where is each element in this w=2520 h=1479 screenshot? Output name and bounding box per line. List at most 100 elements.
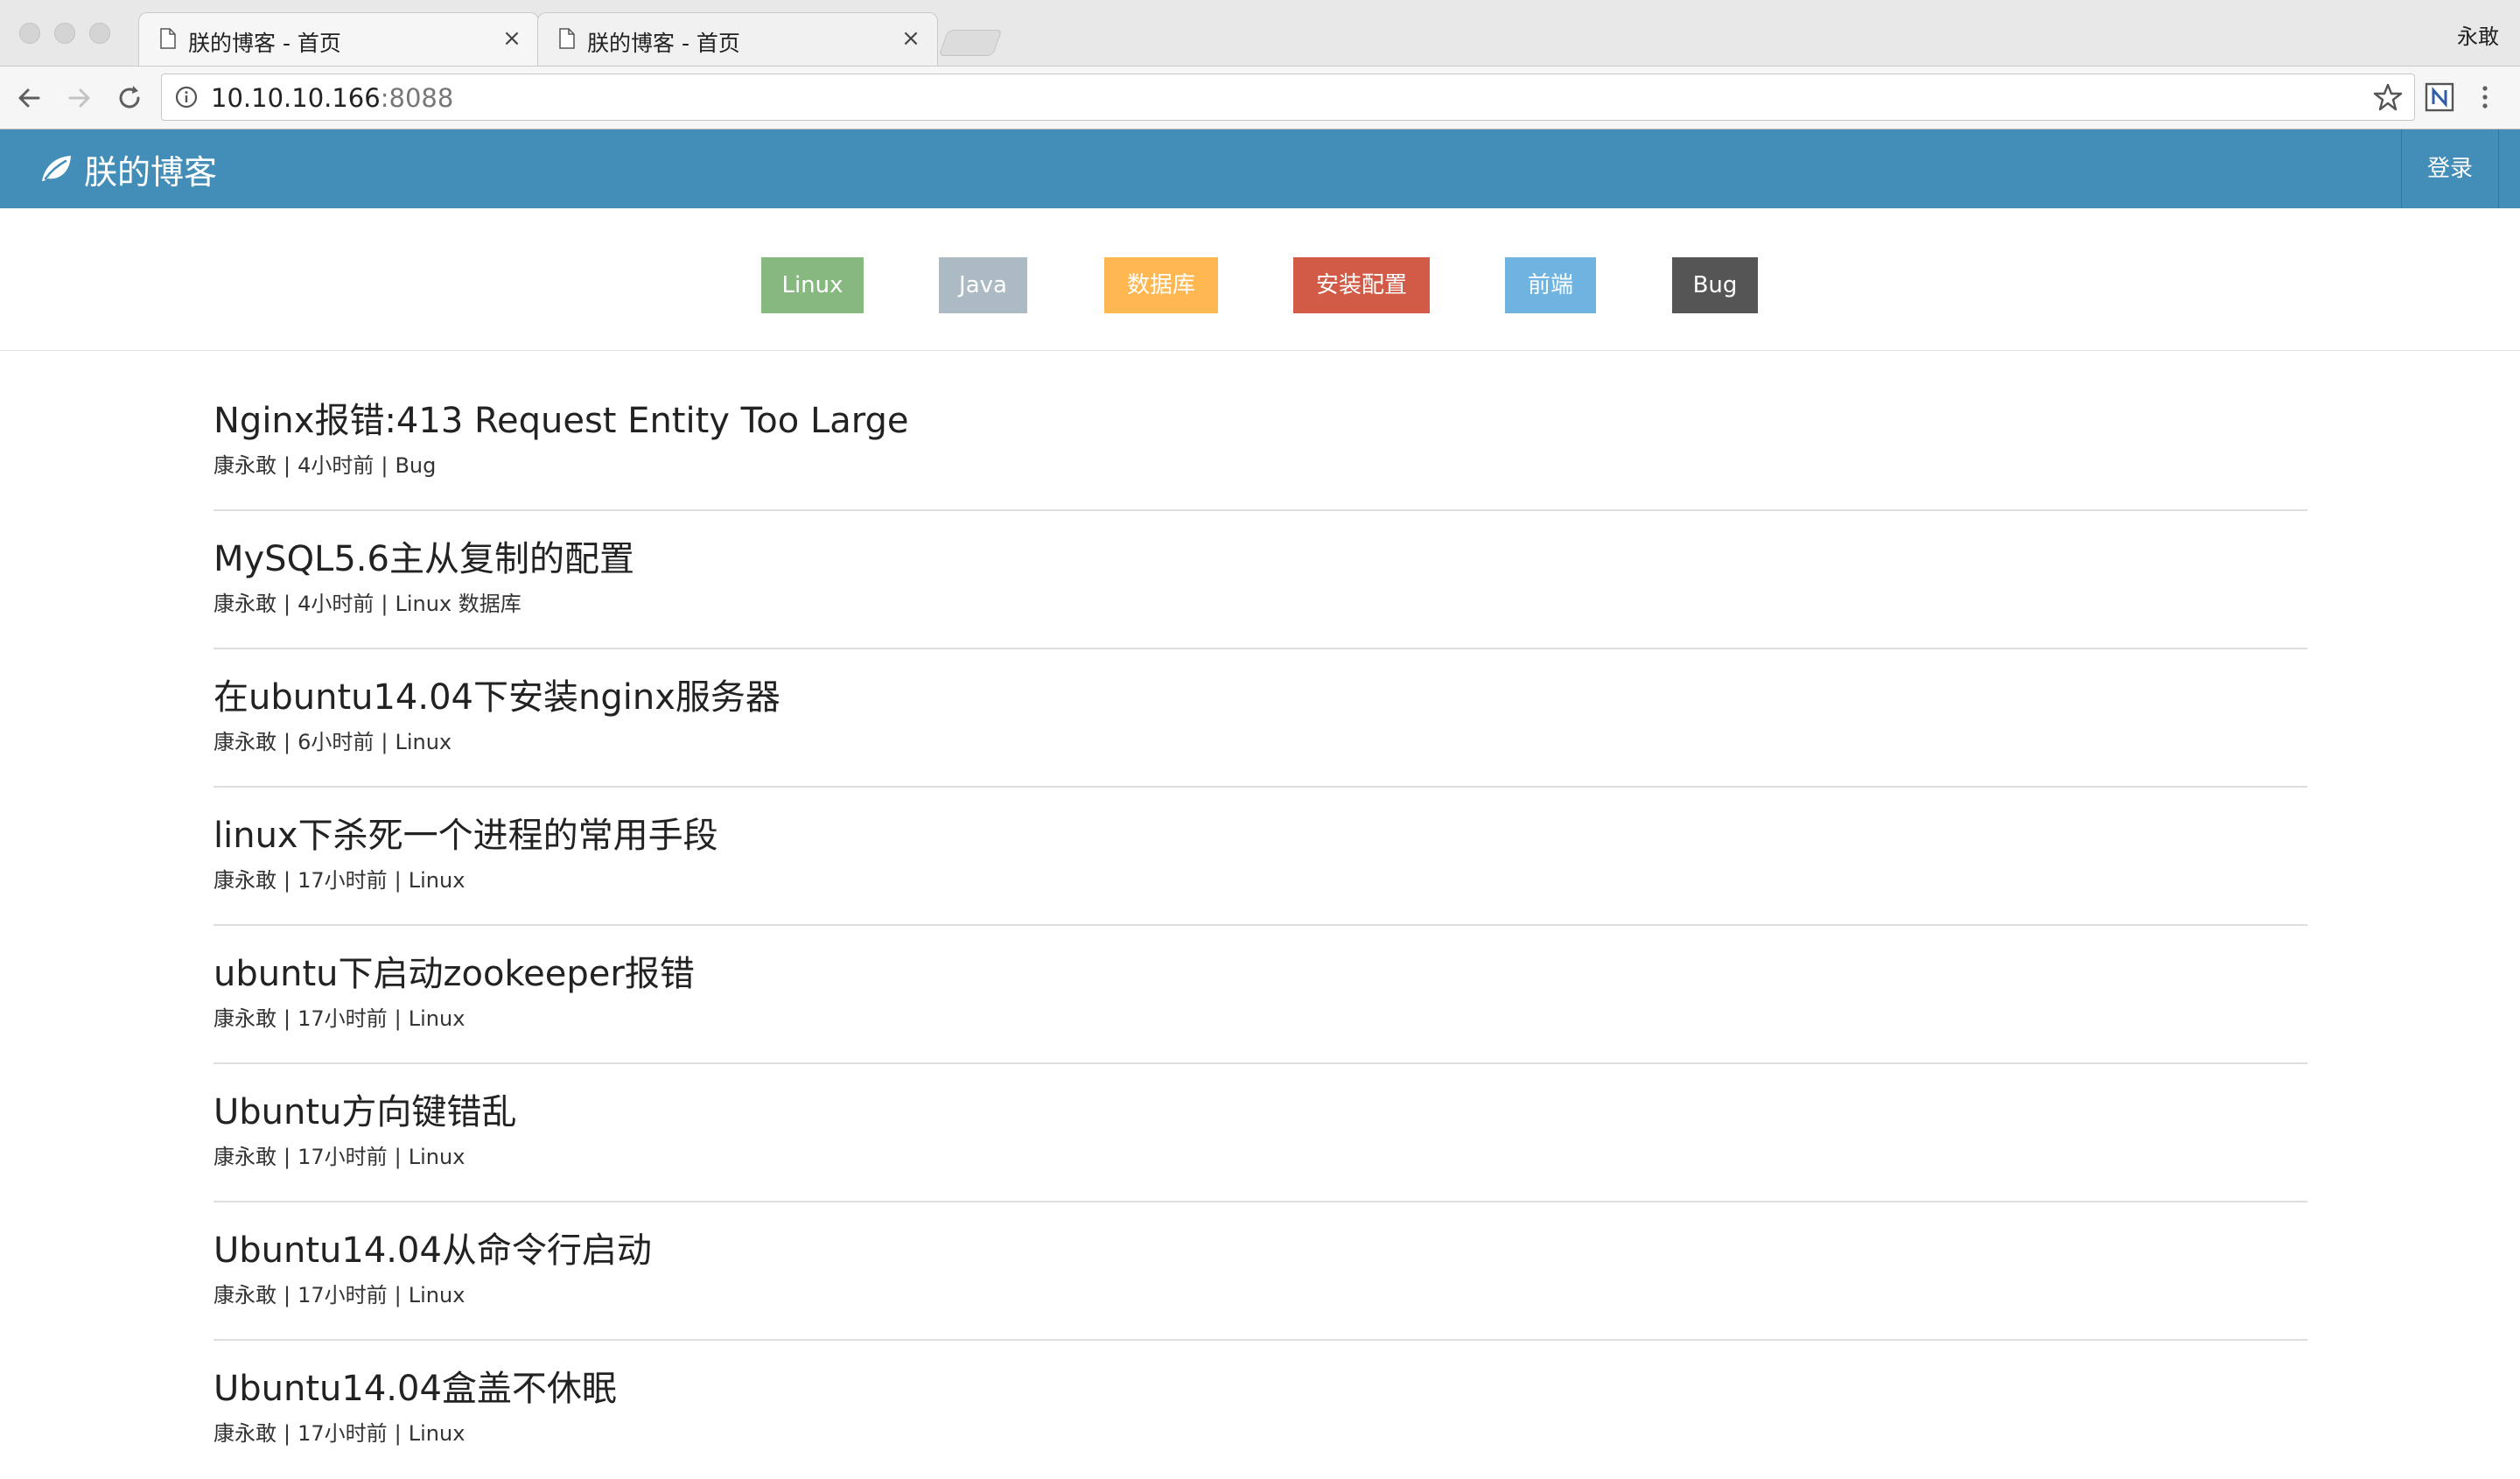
post-tags[interactable]: Linux: [409, 1006, 466, 1031]
post-item: linux下杀死一个进程的常用手段 康永敢 | 17小时前 | Linux: [214, 788, 2307, 926]
post-tags[interactable]: Linux: [409, 1283, 466, 1307]
post-time: 17小时前: [298, 1283, 388, 1307]
post-time: 17小时前: [298, 868, 388, 893]
extension-n-icon[interactable]: [2424, 81, 2455, 113]
meta-separator: |: [284, 1145, 291, 1169]
post-title[interactable]: ubuntu下启动zookeeper报错: [214, 945, 695, 996]
post-meta: 康永敢 | 4小时前 | Linux 数据库: [214, 586, 522, 617]
post-meta: 康永敢 | 4小时前 | Bug: [214, 448, 436, 479]
category-bug[interactable]: Bug: [1672, 257, 1758, 313]
meta-separator: |: [394, 1006, 402, 1031]
meta-separator: |: [381, 453, 388, 478]
post-title[interactable]: Ubuntu方向键错乱: [214, 1083, 516, 1134]
post-author: 康永敢: [214, 453, 276, 478]
brand-title: 朕的博客: [84, 152, 218, 192]
meta-separator: |: [284, 730, 291, 754]
window-zoom-dot[interactable]: [89, 23, 110, 44]
post-item: Ubuntu方向键错乱 康永敢 | 17小时前 | Linux: [214, 1064, 2307, 1202]
post-item: Ubuntu14.04盒盖不休眠 康永敢 | 17小时前 | Linux: [214, 1341, 2307, 1479]
browser-toolbar: 10.10.10.166:8088: [0, 66, 2520, 130]
meta-separator: |: [284, 1006, 291, 1031]
meta-separator: |: [394, 1283, 402, 1307]
bookmark-star-icon[interactable]: [2372, 81, 2404, 113]
more-menu-icon[interactable]: [2476, 81, 2494, 113]
post-author: 康永敢: [214, 1283, 276, 1307]
browser-tab-2[interactable]: 朕的博客 - 首页 ×: [537, 12, 938, 66]
window-close-dot[interactable]: [19, 23, 40, 44]
meta-separator: |: [381, 730, 388, 754]
post-tags[interactable]: Linux: [395, 730, 452, 754]
post-meta: 康永敢 | 17小时前 | Linux: [214, 863, 465, 894]
post-time: 17小时前: [298, 1145, 388, 1169]
post-meta: 康永敢 | 17小时前 | Linux: [214, 1278, 465, 1308]
post-tags[interactable]: Bug: [395, 453, 436, 478]
meta-separator: |: [394, 1421, 402, 1446]
post-tags[interactable]: Linux: [409, 868, 466, 893]
tab-close-icon[interactable]: ×: [501, 27, 522, 50]
login-button[interactable]: 登录: [2401, 130, 2499, 208]
post-item: 在ubuntu14.04下安装nginx服务器 康永敢 | 6小时前 | Linux: [214, 649, 2307, 788]
reload-icon[interactable]: [112, 81, 147, 116]
meta-separator: |: [381, 592, 388, 616]
meta-separator: |: [394, 868, 402, 893]
meta-separator: |: [284, 1283, 291, 1307]
window-minimize-dot[interactable]: [54, 23, 75, 44]
post-item: ubuntu下启动zookeeper报错 康永敢 | 17小时前 | Linux: [214, 926, 2307, 1064]
post-title[interactable]: MySQL5.6主从复制的配置: [214, 530, 634, 581]
info-icon[interactable]: [174, 85, 199, 109]
meta-separator: |: [394, 1145, 402, 1169]
post-title[interactable]: linux下杀死一个进程的常用手段: [214, 807, 718, 858]
post-time: 4小时前: [298, 592, 374, 616]
url-host: 10.10.10.166: [211, 83, 381, 113]
browser-tab-1[interactable]: 朕的博客 - 首页 ×: [138, 12, 539, 66]
post-time: 4小时前: [298, 453, 374, 478]
post-item: Nginx报错:413 Request Entity Too Large 康永敢…: [214, 373, 2307, 511]
meta-separator: |: [284, 592, 291, 616]
page-icon: [160, 28, 176, 49]
post-author: 康永敢: [214, 1421, 276, 1446]
profile-name[interactable]: 永敢: [2457, 19, 2499, 50]
category-java[interactable]: Java: [939, 257, 1027, 313]
post-meta: 康永敢 | 6小时前 | Linux: [214, 725, 452, 755]
post-author: 康永敢: [214, 868, 276, 893]
post-author: 康永敢: [214, 592, 276, 616]
url-text[interactable]: 10.10.10.166:8088: [211, 83, 453, 113]
page-icon: [559, 28, 575, 49]
post-meta: 康永敢 | 17小时前 | Linux: [214, 1416, 465, 1447]
post-title[interactable]: Nginx报错:413 Request Entity Too Large: [214, 392, 909, 443]
leaf-icon: [42, 156, 71, 181]
post-tags[interactable]: Linux 数据库: [395, 592, 521, 616]
post-time: 6小时前: [298, 730, 374, 754]
url-port: :8088: [380, 83, 454, 113]
post-title[interactable]: 在ubuntu14.04下安装nginx服务器: [214, 669, 780, 719]
meta-separator: |: [284, 453, 291, 478]
post-time: 17小时前: [298, 1421, 388, 1446]
post-author: 康永敢: [214, 1006, 276, 1031]
post-item: MySQL5.6主从复制的配置 康永敢 | 4小时前 | Linux 数据库: [214, 511, 2307, 649]
post-author: 康永敢: [214, 730, 276, 754]
post-item: Ubuntu14.04从命令行启动 康永敢 | 17小时前 | Linux: [214, 1202, 2307, 1341]
category-database[interactable]: 数据库: [1104, 257, 1218, 313]
site-brand[interactable]: 朕的博客: [38, 147, 218, 192]
post-tags[interactable]: Linux: [409, 1145, 466, 1169]
category-install-config[interactable]: 安装配置: [1293, 257, 1430, 313]
post-author: 康永敢: [214, 1145, 276, 1169]
back-arrow-icon[interactable]: [12, 81, 47, 116]
new-tab-button[interactable]: [938, 30, 1003, 56]
forward-arrow-icon[interactable]: [61, 81, 96, 116]
post-meta: 康永敢 | 17小时前 | Linux: [214, 1139, 465, 1170]
site-navbar: 朕的博客 登录: [0, 130, 2520, 208]
post-tags[interactable]: Linux: [409, 1421, 466, 1446]
meta-separator: |: [284, 1421, 291, 1446]
post-title[interactable]: Ubuntu14.04从命令行启动: [214, 1222, 652, 1272]
tab-title: 朕的博客 - 首页: [587, 31, 740, 56]
category-frontend[interactable]: 前端: [1505, 257, 1596, 313]
tab-close-icon[interactable]: ×: [900, 27, 921, 50]
browser-tab-strip: 朕的博客 - 首页 × 朕的博客 - 首页 × 永敢: [0, 0, 2520, 66]
post-meta: 康永敢 | 17小时前 | Linux: [214, 1001, 465, 1032]
post-title[interactable]: Ubuntu14.04盒盖不休眠: [214, 1360, 617, 1411]
category-linux[interactable]: Linux: [761, 257, 864, 313]
category-bar: Linux Java 数据库 安装配置 前端 Bug: [0, 208, 2520, 351]
meta-separator: |: [284, 868, 291, 893]
address-bar[interactable]: 10.10.10.166:8088: [161, 74, 2415, 121]
